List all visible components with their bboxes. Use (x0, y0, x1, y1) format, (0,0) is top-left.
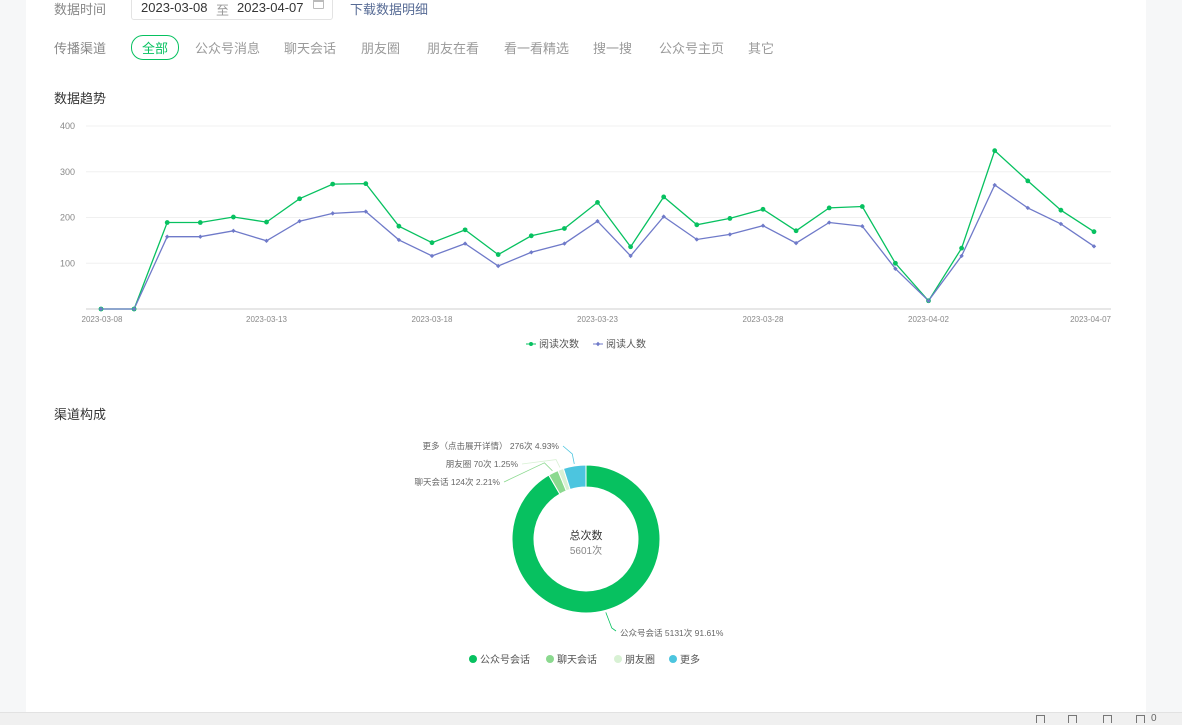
x-tick-label: 2023-03-18 (412, 315, 453, 324)
data-point (495, 252, 501, 257)
data-point (231, 228, 236, 233)
data-point (595, 200, 600, 205)
data-point (197, 220, 203, 225)
x-tick-label: 2023-03-08 (82, 315, 123, 324)
data-point (198, 234, 203, 239)
legend-marker (529, 342, 533, 346)
x-tick-label: 2023-03-13 (246, 315, 287, 324)
y-tick-label: 200 (60, 213, 75, 223)
data-point (396, 223, 402, 229)
data-point (528, 233, 534, 239)
bottom-status-bar (0, 712, 1182, 725)
trend-line-chart: 100 200 300 400 2023-03-08 2023-03-13 2023-03… (60, 121, 1112, 351)
series-line-0 (101, 149, 1095, 310)
x-tick-label: 2023-04-02 (908, 315, 949, 324)
data-point (859, 204, 865, 209)
data-point (429, 240, 435, 246)
data-point (760, 206, 766, 212)
x-tick-label: 2023-04-07 (1070, 315, 1111, 324)
y-tick-label: 100 (60, 258, 75, 268)
data-point (164, 220, 170, 225)
x-tick-label: 2023-03-23 (577, 315, 618, 324)
composition-title: 渠道构成 (54, 407, 107, 422)
data-point (529, 250, 534, 255)
data-point (727, 216, 733, 221)
data-point (760, 223, 766, 228)
data-point (1025, 178, 1031, 184)
data-point (231, 214, 236, 220)
data-point (363, 181, 369, 187)
speaker-icon[interactable] (1068, 715, 1077, 723)
message-count: 0 (1151, 713, 1157, 724)
legend-label-0: 阅读次数 (539, 338, 579, 351)
data-point (661, 194, 667, 200)
data-point (1058, 207, 1064, 213)
data-point (462, 227, 468, 233)
data-point (992, 148, 998, 154)
data-point (826, 205, 832, 211)
y-tick-label: 400 (60, 121, 75, 131)
data-point (264, 219, 269, 225)
data-point (562, 226, 567, 231)
data-point (330, 211, 335, 216)
legend-marker (595, 341, 601, 347)
data-point (793, 228, 799, 234)
data-point (893, 260, 898, 266)
y-tick-label: 300 (60, 167, 75, 177)
data-point (1091, 229, 1097, 235)
data-point (959, 245, 964, 251)
legend-label-1: 阅读人数 (606, 338, 646, 351)
message-icon[interactable] (1136, 715, 1145, 723)
x-tick-label: 2023-03-28 (743, 315, 784, 324)
data-point (694, 222, 700, 228)
data-point (628, 244, 633, 250)
data-point (429, 253, 435, 259)
data-point (165, 234, 170, 239)
data-point (297, 196, 302, 202)
shield-icon[interactable] (1036, 715, 1045, 723)
printer-icon[interactable] (1103, 715, 1112, 723)
data-point (330, 181, 336, 187)
data-point (727, 232, 733, 237)
